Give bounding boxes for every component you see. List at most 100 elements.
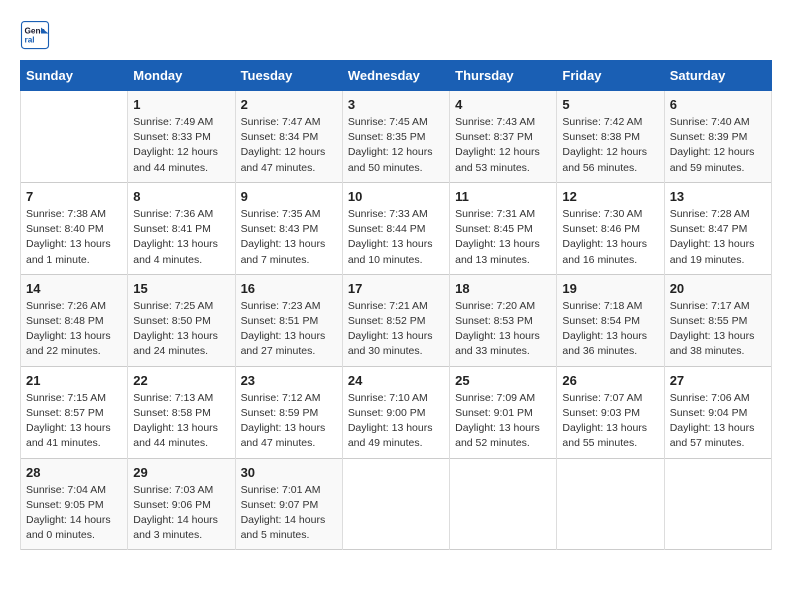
calendar-cell: 22 Sunrise: 7:13 AMSunset: 8:58 PMDayligh…: [128, 366, 235, 458]
day-info: Sunrise: 7:01 AMSunset: 9:07 PMDaylight:…: [241, 483, 337, 544]
calendar-cell: 15 Sunrise: 7:25 AMSunset: 8:50 PMDayligh…: [128, 274, 235, 366]
day-number: 29: [133, 465, 229, 480]
calendar-cell: 20 Sunrise: 7:17 AMSunset: 8:55 PMDayligh…: [664, 274, 771, 366]
weekday-header: Sunday: [21, 61, 128, 91]
day-number: 10: [348, 189, 444, 204]
day-number: 16: [241, 281, 337, 296]
calendar-cell: [342, 458, 449, 550]
day-number: 28: [26, 465, 122, 480]
day-number: 17: [348, 281, 444, 296]
calendar-cell: 4Sunrise: 7:43 AMSunset: 8:37 PMDaylight…: [450, 91, 557, 183]
weekday-header: Wednesday: [342, 61, 449, 91]
calendar-cell: 21 Sunrise: 7:15 AMSunset: 8:57 PMDayligh…: [21, 366, 128, 458]
day-info: Sunrise: 7:36 AMSunset: 8:41 PMDaylight:…: [133, 207, 229, 268]
day-info: Sunrise: 7:40 AMSunset: 8:39 PMDaylight:…: [670, 115, 766, 176]
day-number: 3: [348, 97, 444, 112]
day-number: 12: [562, 189, 658, 204]
day-info: Sunrise: 7:43 AMSunset: 8:37 PMDaylight:…: [455, 115, 551, 176]
day-info: Sunrise: 7:28 AMSunset: 8:47 PMDaylight:…: [670, 207, 766, 268]
day-info: Sunrise: 7:25 AMSunset: 8:50 PMDaylight:…: [133, 299, 229, 360]
day-info: Sunrise: 7:33 AMSunset: 8:44 PMDaylight:…: [348, 207, 444, 268]
calendar-cell: 3 Sunrise: 7:45 AMSunset: 8:35 PMDaylight…: [342, 91, 449, 183]
day-info: Sunrise: 7:30 AMSunset: 8:46 PMDaylight:…: [562, 207, 658, 268]
calendar-cell: 12 Sunrise: 7:30 AMSunset: 8:46 PMDayligh…: [557, 182, 664, 274]
calendar-cell: 6 Sunrise: 7:40 AMSunset: 8:39 PMDaylight…: [664, 91, 771, 183]
calendar-cell: 30 Sunrise: 7:01 AMSunset: 9:07 PMDayligh…: [235, 458, 342, 550]
calendar-row: 28 Sunrise: 7:04 AMSunset: 9:05 PMDayligh…: [21, 458, 772, 550]
day-number: 22: [133, 373, 229, 388]
day-info: Sunrise: 7:04 AMSunset: 9:05 PMDaylight:…: [26, 483, 122, 544]
day-info: Sunrise: 7:42 AMSunset: 8:38 PMDaylight:…: [562, 115, 658, 176]
weekday-header: Monday: [128, 61, 235, 91]
day-info: Sunrise: 7:13 AMSunset: 8:58 PMDaylight:…: [133, 391, 229, 452]
day-number: 8: [133, 189, 229, 204]
day-number: 21: [26, 373, 122, 388]
calendar-body: 1 Sunrise: 7:49 AMSunset: 8:33 PMDaylight…: [21, 91, 772, 550]
day-info: Sunrise: 7:10 AMSunset: 9:00 PMDaylight:…: [348, 391, 444, 452]
day-info: Sunrise: 7:03 AMSunset: 9:06 PMDaylight:…: [133, 483, 229, 544]
calendar-cell: 9 Sunrise: 7:35 AMSunset: 8:43 PMDaylight…: [235, 182, 342, 274]
day-number: 2: [241, 97, 337, 112]
day-info: Sunrise: 7:49 AMSunset: 8:33 PMDaylight:…: [133, 115, 229, 176]
day-number: 25: [455, 373, 551, 388]
day-number: 5: [562, 97, 658, 112]
calendar-cell: [664, 458, 771, 550]
day-info: Sunrise: 7:15 AMSunset: 8:57 PMDaylight:…: [26, 391, 122, 452]
day-number: 1: [133, 97, 229, 112]
day-number: 26: [562, 373, 658, 388]
calendar-cell: 19 Sunrise: 7:18 AMSunset: 8:54 PMDayligh…: [557, 274, 664, 366]
day-number: 11: [455, 189, 551, 204]
weekday-header: Thursday: [450, 61, 557, 91]
calendar-cell: 16 Sunrise: 7:23 AMSunset: 8:51 PMDayligh…: [235, 274, 342, 366]
logo: Gene ral: [20, 20, 54, 50]
calendar-row: 21 Sunrise: 7:15 AMSunset: 8:57 PMDayligh…: [21, 366, 772, 458]
day-info: Sunrise: 7:17 AMSunset: 8:55 PMDaylight:…: [670, 299, 766, 360]
calendar-cell: 14 Sunrise: 7:26 AMSunset: 8:48 PMDayligh…: [21, 274, 128, 366]
day-info: Sunrise: 7:09 AMSunset: 9:01 PMDaylight:…: [455, 391, 551, 452]
day-info: Sunrise: 7:06 AMSunset: 9:04 PMDaylight:…: [670, 391, 766, 452]
day-info: Sunrise: 7:23 AMSunset: 8:51 PMDaylight:…: [241, 299, 337, 360]
day-info: Sunrise: 7:21 AMSunset: 8:52 PMDaylight:…: [348, 299, 444, 360]
svg-text:ral: ral: [25, 36, 35, 45]
day-number: 20: [670, 281, 766, 296]
weekday-header: Tuesday: [235, 61, 342, 91]
day-number: 24: [348, 373, 444, 388]
day-number: 30: [241, 465, 337, 480]
calendar-cell: 10 Sunrise: 7:33 AMSunset: 8:44 PMDayligh…: [342, 182, 449, 274]
day-number: 19: [562, 281, 658, 296]
calendar-cell: 5 Sunrise: 7:42 AMSunset: 8:38 PMDaylight…: [557, 91, 664, 183]
day-number: 23: [241, 373, 337, 388]
day-number: 7: [26, 189, 122, 204]
calendar-cell: 18 Sunrise: 7:20 AMSunset: 8:53 PMDayligh…: [450, 274, 557, 366]
day-number: 9: [241, 189, 337, 204]
day-info: Sunrise: 7:47 AMSunset: 8:34 PMDaylight:…: [241, 115, 337, 176]
calendar-cell: 28 Sunrise: 7:04 AMSunset: 9:05 PMDayligh…: [21, 458, 128, 550]
day-number: 27: [670, 373, 766, 388]
calendar-cell: [450, 458, 557, 550]
day-number: 13: [670, 189, 766, 204]
day-number: 18: [455, 281, 551, 296]
logo-icon: Gene ral: [20, 20, 50, 50]
day-number: 6: [670, 97, 766, 112]
day-info: Sunrise: 7:26 AMSunset: 8:48 PMDaylight:…: [26, 299, 122, 360]
day-info: Sunrise: 7:35 AMSunset: 8:43 PMDaylight:…: [241, 207, 337, 268]
calendar-cell: 2 Sunrise: 7:47 AMSunset: 8:34 PMDaylight…: [235, 91, 342, 183]
day-info: Sunrise: 7:20 AMSunset: 8:53 PMDaylight:…: [455, 299, 551, 360]
calendar-row: 1 Sunrise: 7:49 AMSunset: 8:33 PMDaylight…: [21, 91, 772, 183]
calendar-header: SundayMondayTuesdayWednesdayThursdayFrid…: [21, 61, 772, 91]
calendar-cell: 25 Sunrise: 7:09 AMSunset: 9:01 PMDayligh…: [450, 366, 557, 458]
calendar-cell: 24 Sunrise: 7:10 AMSunset: 9:00 PMDayligh…: [342, 366, 449, 458]
day-info: Sunrise: 7:18 AMSunset: 8:54 PMDaylight:…: [562, 299, 658, 360]
calendar-cell: 13 Sunrise: 7:28 AMSunset: 8:47 PMDayligh…: [664, 182, 771, 274]
day-info: Sunrise: 7:12 AMSunset: 8:59 PMDaylight:…: [241, 391, 337, 452]
page-header: Gene ral: [20, 20, 772, 50]
day-info: Sunrise: 7:45 AMSunset: 8:35 PMDaylight:…: [348, 115, 444, 176]
header-row: SundayMondayTuesdayWednesdayThursdayFrid…: [21, 61, 772, 91]
calendar-cell: 11Sunrise: 7:31 AMSunset: 8:45 PMDayligh…: [450, 182, 557, 274]
calendar-cell: 17 Sunrise: 7:21 AMSunset: 8:52 PMDayligh…: [342, 274, 449, 366]
calendar-row: 14 Sunrise: 7:26 AMSunset: 8:48 PMDayligh…: [21, 274, 772, 366]
calendar-cell: 7Sunrise: 7:38 AMSunset: 8:40 PMDaylight…: [21, 182, 128, 274]
calendar-cell: 29 Sunrise: 7:03 AMSunset: 9:06 PMDayligh…: [128, 458, 235, 550]
day-number: 14: [26, 281, 122, 296]
day-number: 15: [133, 281, 229, 296]
